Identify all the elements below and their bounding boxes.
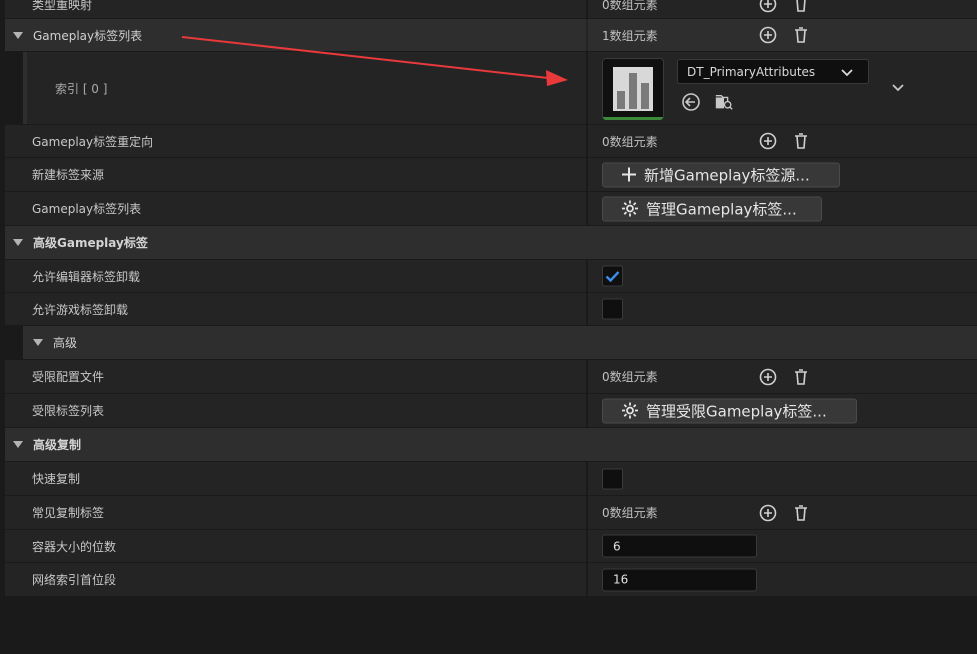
fast-replication-checkbox[interactable] [602,468,623,489]
use-selected-asset-icon[interactable] [681,92,701,112]
expand-arrow-icon[interactable] [33,339,43,346]
row-container-bits: 容器大小的位数 6 [5,530,977,562]
add-element-icon[interactable] [758,0,778,14]
plus-icon [622,167,636,182]
expand-arrow-icon[interactable] [13,239,23,246]
asset-picker-combo[interactable]: DT_PrimaryAttributes [677,59,869,84]
category-advanced-replication[interactable]: 高级复制 [5,428,977,461]
row-tag-redirect: Gameplay标签重定向 0数组元素 [5,125,977,157]
row-label: 容器大小的位数 [32,539,117,554]
array-count: 0数组元素 [602,506,658,520]
row-tag-list-manage: Gameplay标签列表 管理Gameplay标签... [5,192,977,225]
array-count: 1数组元素 [602,28,658,43]
row-restricted-config: 受限配置文件 0数组元素 [5,360,977,393]
allow-editor-unload-checkbox[interactable] [602,265,623,287]
add-element-icon[interactable] [758,131,778,151]
category-label: 高级复制 [33,438,82,452]
row-label: 类型重映射 [32,0,93,12]
expand-chevron-icon[interactable] [891,83,905,93]
row-label: Gameplay标签列表 [33,28,143,43]
row-common-rep-tags: 常见复制标签 0数组元素 [5,496,977,529]
manage-restricted-tags-button[interactable]: 管理受限Gameplay标签... [602,398,857,423]
array-count: 0数组元素 [602,0,658,12]
data-table-icon [613,67,653,111]
row-label: 网络索引首位段 [32,573,117,587]
trash-icon[interactable] [791,25,811,45]
category-label: 高级Gameplay标签 [33,236,148,250]
add-element-icon[interactable] [758,503,778,523]
chevron-down-icon [841,69,853,77]
container-bits-input[interactable]: 6 [602,534,757,558]
row-label: 索引 [ 0 ] [55,81,108,96]
row-label: 受限标签列表 [32,404,105,418]
array-count: 0数组元素 [602,134,658,149]
row-new-tag-source: 新建标签来源 新增Gameplay标签源... [5,158,977,191]
add-element-icon[interactable] [758,367,778,387]
row-label: Gameplay标签列表 [32,202,142,216]
row-label: 允许编辑器标签卸载 [32,269,141,284]
browse-asset-icon[interactable] [714,92,734,112]
row-label: 受限配置文件 [32,370,105,384]
category-advanced[interactable]: 高级 [5,326,977,359]
row-label: 新建标签来源 [32,168,105,182]
asset-name: DT_PrimaryAttributes [687,65,816,79]
category-label: 高级 [53,336,78,350]
array-count: 0数组元素 [602,370,658,384]
row-label: Gameplay标签重定向 [32,134,154,149]
details-panel: 类型重映射 0数组元素 Gameplay标签列表 1数组元素 索引 [0] … [5,0,977,654]
trash-icon[interactable] [791,131,811,151]
add-element-icon[interactable] [758,25,778,45]
row-restricted-tag-list: 受限标签列表 管理受限Gameplay标签... [5,394,977,427]
row-allow-game-unload: 允许游戏标签卸载 [5,293,977,325]
row-label: 常见复制标签 [32,506,105,520]
trash-icon[interactable] [791,0,811,14]
net-index-first-input[interactable]: 16 [602,568,757,591]
expand-arrow-icon[interactable] [13,31,23,39]
allow-game-unload-checkbox[interactable] [602,298,623,320]
row-net-index-first: 网络索引首位段 16 [5,563,977,596]
manage-tags-button[interactable]: 管理Gameplay标签... [602,196,822,221]
row-index-0: 索引 [ 0 ] DT_PrimaryAttributes [5,52,977,124]
gear-icon [622,200,638,217]
row-type-mapping: 类型重映射 0数组元素 [5,0,977,18]
checkmark-icon [605,270,620,282]
trash-icon[interactable] [791,367,811,387]
row-allow-editor-unload: 允许编辑器标签卸载 [5,260,977,292]
row-label: 快速复制 [32,472,81,486]
row-fast-replication: 快速复制 [5,462,977,495]
gear-icon [622,402,638,419]
row-gameplay-tag-list[interactable]: Gameplay标签列表 1数组元素 [5,19,977,51]
expand-arrow-icon[interactable] [13,441,23,448]
add-tag-source-button[interactable]: 新增Gameplay标签源... [602,162,840,187]
trash-icon[interactable] [791,503,811,523]
category-advanced-gameplay-tags[interactable]: 高级Gameplay标签 [5,226,977,259]
row-label: 允许游戏标签卸载 [32,302,129,317]
asset-thumbnail[interactable] [602,58,664,120]
